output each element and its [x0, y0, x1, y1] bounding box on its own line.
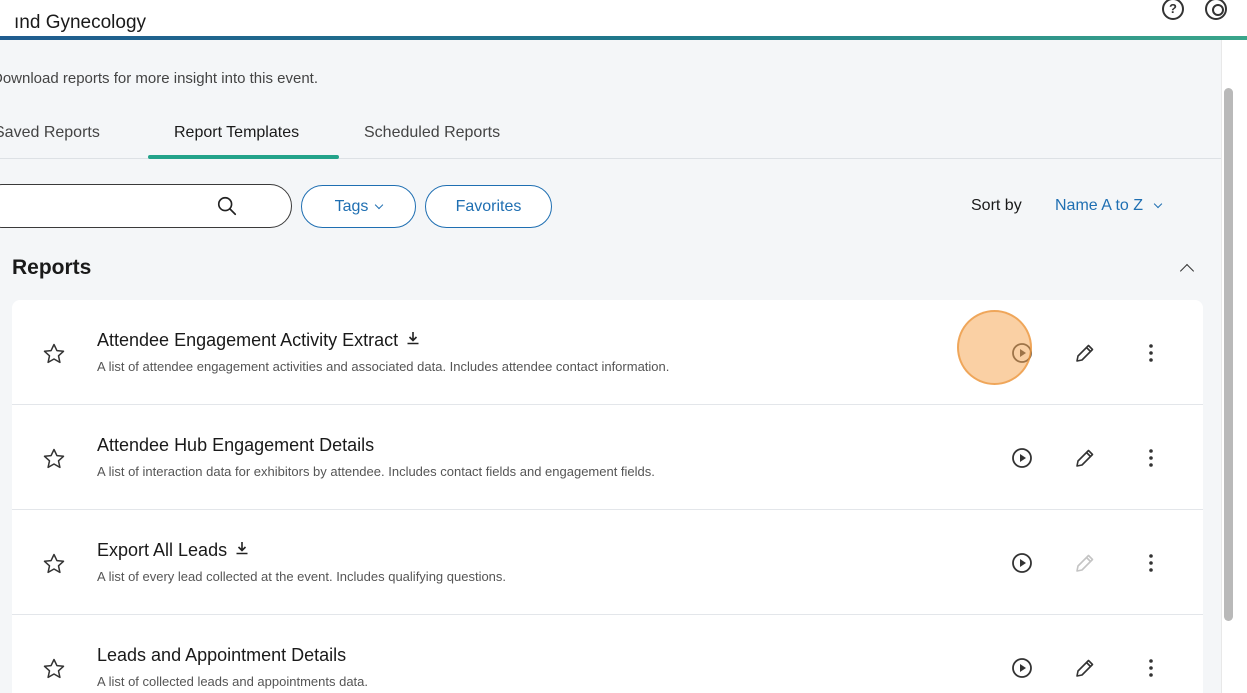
- download-icon: [407, 332, 419, 345]
- active-tab-indicator: [148, 155, 339, 159]
- chevron-down-icon: [1153, 199, 1163, 209]
- edit-pencil-icon-disabled: [1076, 554, 1094, 572]
- help-icon[interactable]: [1162, 0, 1184, 20]
- tags-filter-button[interactable]: Tags: [301, 185, 416, 228]
- report-description: A list of collected leads and appointmen…: [97, 674, 369, 689]
- tab-saved-reports[interactable]: Saved Reports: [0, 124, 100, 142]
- event-title: ınd Gynecology: [14, 12, 147, 33]
- search-icon[interactable]: [216, 195, 238, 217]
- section-title: Reports: [12, 256, 92, 279]
- list-item: Export All Leads A list of every lead co…: [12, 510, 1203, 615]
- favorite-star-icon[interactable]: [42, 342, 66, 366]
- run-icon[interactable]: [1010, 656, 1034, 680]
- run-icon[interactable]: [1010, 446, 1034, 470]
- report-description: A list of interaction data for exhibitor…: [97, 464, 655, 479]
- report-description: A list of every lead collected at the ev…: [97, 569, 507, 584]
- favorite-star-icon[interactable]: [42, 447, 66, 471]
- favorites-filter-button[interactable]: Favorites: [425, 185, 552, 228]
- sort-dropdown[interactable]: Name A to Z: [1055, 197, 1163, 215]
- report-tabs: Saved Reports Report Templates Scheduled…: [0, 112, 1221, 159]
- more-options-icon[interactable]: [1139, 656, 1163, 680]
- download-icon: [236, 542, 248, 555]
- tags-label: Tags: [334, 197, 369, 215]
- list-item: Attendee Hub Engagement Details A list o…: [12, 405, 1203, 510]
- sort-label: Sort by: [971, 197, 1022, 214]
- click-highlight-marker: [957, 310, 1032, 385]
- favorites-label: Favorites: [455, 197, 522, 215]
- top-bar: ınd Gynecology: [0, 0, 1247, 40]
- page-subtitle: Download reports for more insight into t…: [0, 70, 318, 87]
- chevron-down-icon: [375, 200, 384, 209]
- report-name[interactable]: Attendee Engagement Activity Extract: [97, 330, 420, 351]
- tab-report-templates[interactable]: Report Templates: [174, 124, 299, 142]
- report-name[interactable]: Export All Leads: [97, 540, 249, 561]
- edit-pencil-icon[interactable]: [1073, 446, 1097, 470]
- edit-pencil-icon[interactable]: [1073, 341, 1097, 365]
- scrollbar-thumb[interactable]: [1224, 88, 1233, 621]
- more-options-icon[interactable]: [1139, 446, 1163, 470]
- report-name[interactable]: Attendee Hub Engagement Details: [97, 435, 374, 456]
- search-input[interactable]: [0, 184, 292, 228]
- list-item: Leads and Appointment Details A list of …: [12, 615, 1203, 693]
- edit-pencil-icon[interactable]: [1073, 656, 1097, 680]
- favorite-star-icon[interactable]: [42, 657, 66, 681]
- sort-value: Name A to Z: [1055, 197, 1144, 214]
- more-options-icon[interactable]: [1139, 551, 1163, 575]
- report-name[interactable]: Leads and Appointment Details: [97, 645, 346, 666]
- more-options-icon[interactable]: [1139, 341, 1163, 365]
- run-icon[interactable]: [1010, 551, 1034, 575]
- user-account-icon[interactable]: [1205, 0, 1227, 20]
- favorite-star-icon[interactable]: [42, 552, 66, 576]
- tab-scheduled-reports[interactable]: Scheduled Reports: [364, 124, 500, 142]
- report-description: A list of attendee engagement activities…: [97, 359, 670, 374]
